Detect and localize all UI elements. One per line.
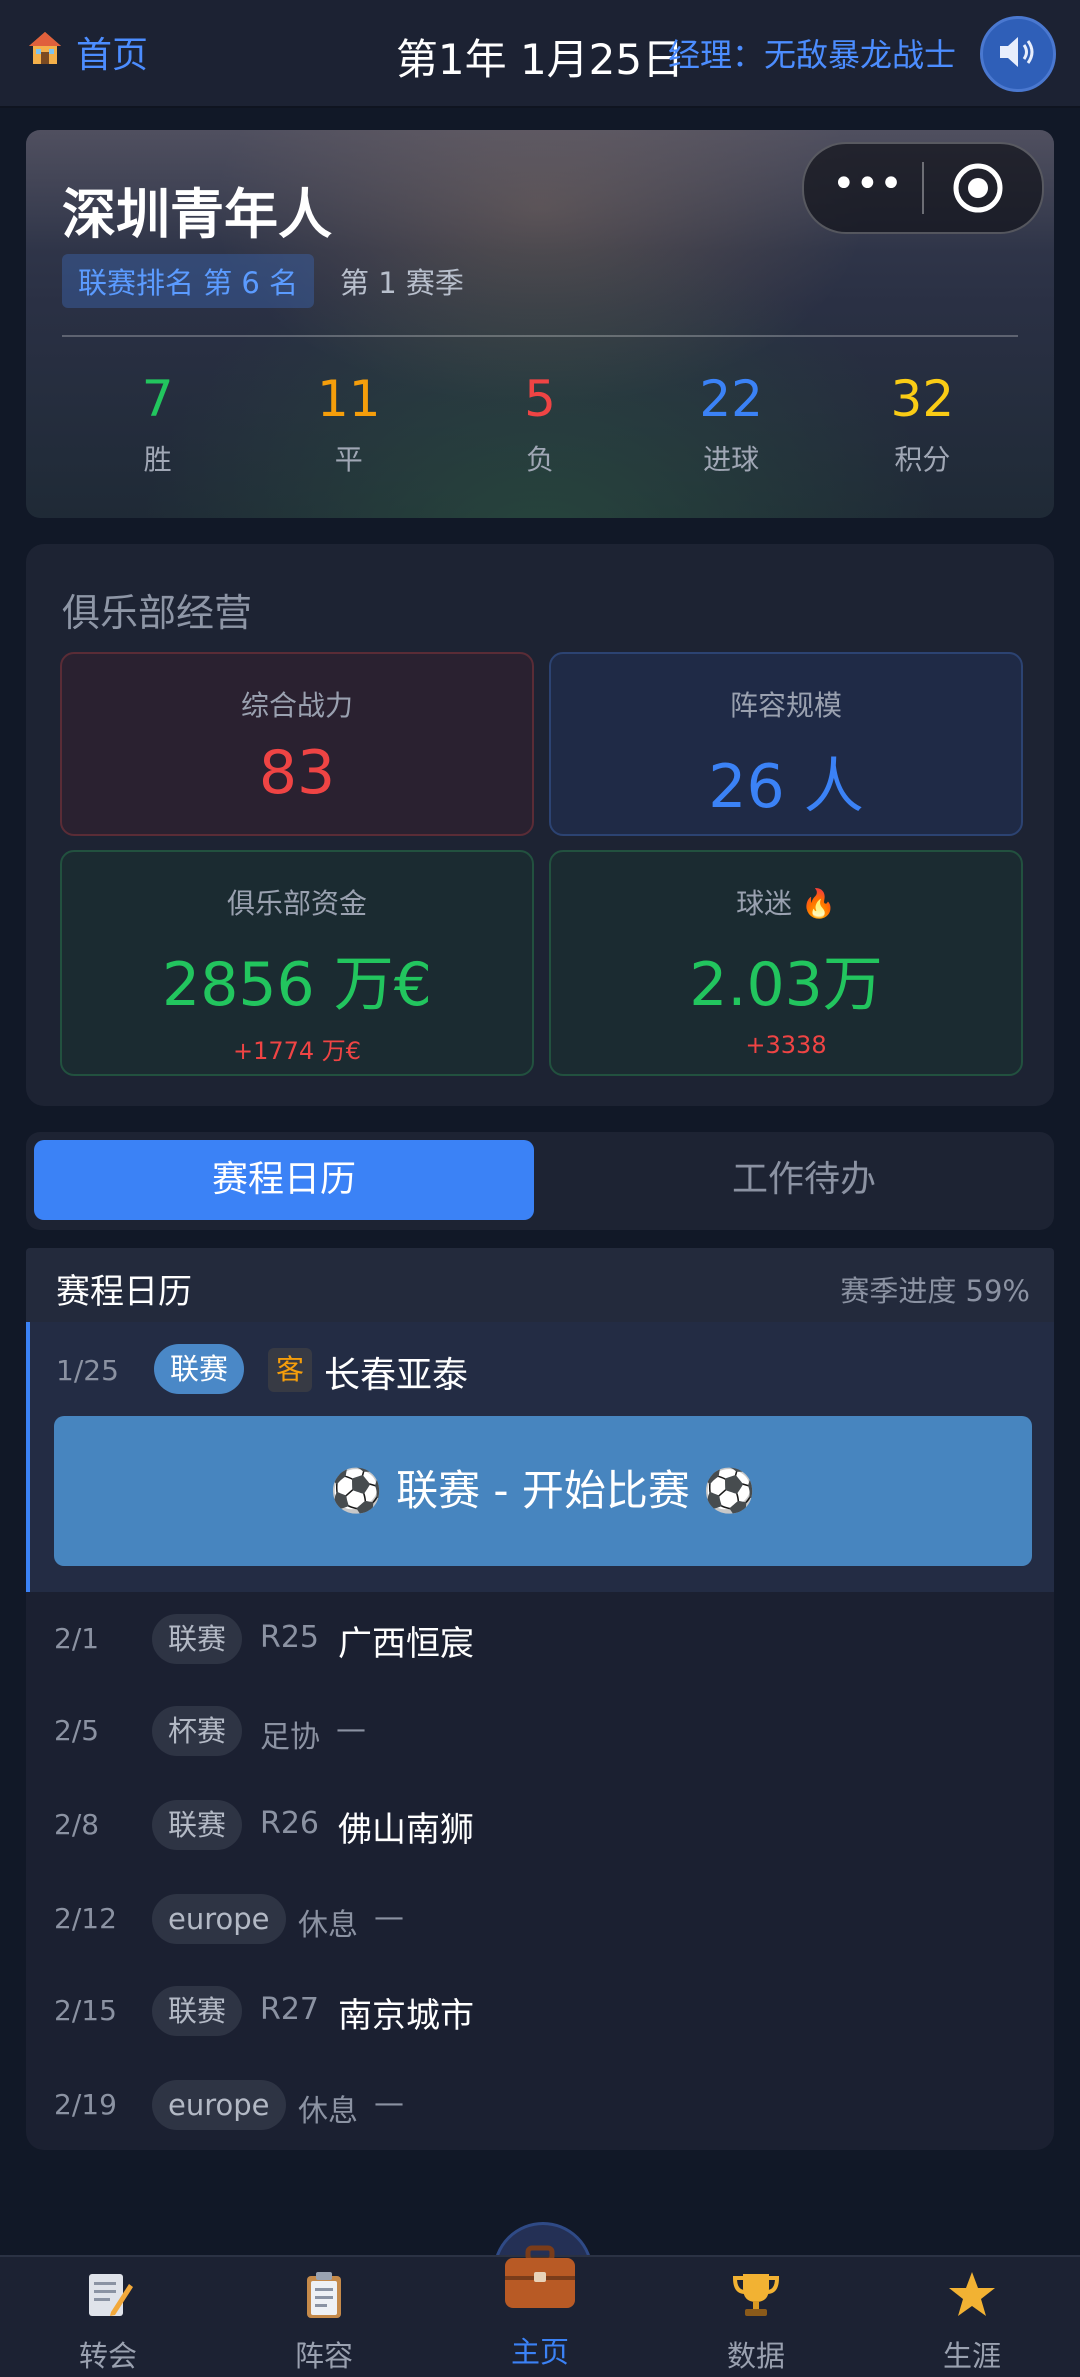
- club-hero-card: 深圳青年人 联赛排名 第 6 名 第 1 赛季 ••• 7 胜 11 平 5 负…: [26, 130, 1054, 518]
- clipboard-icon: [216, 2265, 432, 2325]
- match-type-badge: 联赛: [152, 1986, 243, 2036]
- away-badge: 客: [268, 1348, 312, 1392]
- section-title: 俱乐部经营: [62, 591, 253, 635]
- stat-wins: 7 胜: [141, 370, 174, 476]
- list-item[interactable]: 2/19 europe 休息 —: [26, 2068, 1054, 2148]
- round-label: R26: [260, 1806, 320, 1841]
- league-rank-badge: 联赛排名 第 6 名: [62, 254, 315, 308]
- nav-transfer[interactable]: 转会: [0, 2257, 216, 2377]
- stat-goals: 22 进球: [699, 370, 763, 476]
- match-type-badge: 联赛: [154, 1344, 245, 1394]
- round-label: R27: [260, 1992, 320, 2027]
- funds-box: 俱乐部资金 2856 万€ +1774 万€: [60, 850, 534, 1076]
- list-item[interactable]: 2/1 联赛 R25 广西恒宸: [26, 1602, 1054, 1682]
- match-type-badge: 联赛: [152, 1800, 243, 1850]
- memo-pencil-icon: [0, 2265, 216, 2325]
- match-date: 1/25: [56, 1354, 119, 1387]
- opponent-name: 佛山南狮: [338, 1810, 474, 1850]
- stat-draws: 11 平: [316, 370, 381, 476]
- list-item[interactable]: 2/12 europe 休息 —: [26, 1882, 1054, 1962]
- round-label: 休息: [298, 2094, 358, 2129]
- nav-squad[interactable]: 阵容: [216, 2257, 432, 2377]
- club-management-card: 俱乐部经营 综合战力 83 阵容规模 26 人 俱乐部资金 2856 万€ +1…: [26, 544, 1054, 1106]
- stat-losses: 5 负: [524, 370, 556, 476]
- match-type-badge: 联赛: [152, 1614, 243, 1664]
- tab-todo[interactable]: 工作待办: [554, 1140, 1054, 1220]
- club-name: 深圳青年人: [62, 183, 332, 246]
- nav-career[interactable]: 生涯: [864, 2257, 1080, 2377]
- fans-box: 球迷 🔥 2.03万 +3338: [549, 850, 1023, 1076]
- opponent-name: 广西恒宸: [338, 1624, 474, 1664]
- house-icon: [26, 29, 64, 76]
- list-item[interactable]: 2/8 联赛 R26 佛山南狮: [26, 1788, 1054, 1868]
- power-box: 综合战力 83: [60, 652, 534, 836]
- match-type-badge: europe: [152, 1894, 286, 1944]
- star-icon: [864, 2265, 1080, 2325]
- sound-button[interactable]: [980, 16, 1056, 92]
- round-label: 足协: [260, 1720, 320, 1755]
- match-type-badge: europe: [152, 2080, 286, 2130]
- schedule-header: 赛程日历 赛季进度 59%: [26, 1248, 1054, 1322]
- schedule-panel: 赛程日历 赛季进度 59% 1/25 联赛 客 长春亚泰 ⚽ 联赛 - 开始比赛…: [26, 1248, 1054, 2150]
- tab-schedule[interactable]: 赛程日历: [34, 1140, 534, 1220]
- season-stats: 7 胜 11 平 5 负 22 进球 32 积分: [62, 370, 1018, 478]
- more-options-icon[interactable]: •••: [832, 164, 903, 212]
- opponent-name: 长春亚泰: [324, 1355, 469, 1396]
- miniprogram-capsule: •••: [802, 142, 1044, 234]
- stat-points: 32 积分: [890, 370, 955, 476]
- season-label: 第 1 赛季: [340, 266, 464, 300]
- close-miniprogram-icon[interactable]: [952, 162, 1004, 214]
- opponent-name: 南京城市: [338, 1996, 474, 2036]
- top-bar: 首页 第1年 1月25日 经理：无敌暴龙战士: [0, 0, 1080, 108]
- home-label: 首页: [76, 35, 149, 76]
- current-match-row: 1/25 联赛 客 长春亚泰 ⚽ 联赛 - 开始比赛 ⚽: [26, 1322, 1054, 1592]
- list-item[interactable]: 2/5 杯赛 足协 —: [26, 1696, 1054, 1776]
- bottom-nav: 转会 阵容 主页 数据 生涯: [0, 2245, 1080, 2377]
- round-label: 休息: [298, 1908, 358, 1943]
- speaker-icon: [996, 32, 1040, 76]
- start-match-button[interactable]: ⚽ 联赛 - 开始比赛 ⚽: [54, 1416, 1032, 1566]
- home-link[interactable]: 首页: [26, 26, 148, 78]
- round-label: R25: [260, 1620, 320, 1655]
- tab-bar: 赛程日历 工作待办: [26, 1132, 1054, 1230]
- squad-size-box: 阵容规模 26 人: [549, 652, 1023, 836]
- season-progress: 赛季进度 59%: [840, 1274, 1030, 1308]
- trophy-icon: [648, 2265, 864, 2325]
- schedule-title: 赛程日历: [56, 1272, 192, 1312]
- manager-name: 经理：无敌暴龙战士: [667, 36, 956, 74]
- briefcase-icon: [432, 2237, 648, 2317]
- nav-home[interactable]: 主页: [432, 2245, 648, 2377]
- nav-data[interactable]: 数据: [648, 2257, 864, 2377]
- fire-icon: 🔥: [801, 887, 836, 920]
- list-item[interactable]: 2/15 联赛 R27 南京城市: [26, 1974, 1054, 2054]
- match-type-badge: 杯赛: [152, 1706, 243, 1756]
